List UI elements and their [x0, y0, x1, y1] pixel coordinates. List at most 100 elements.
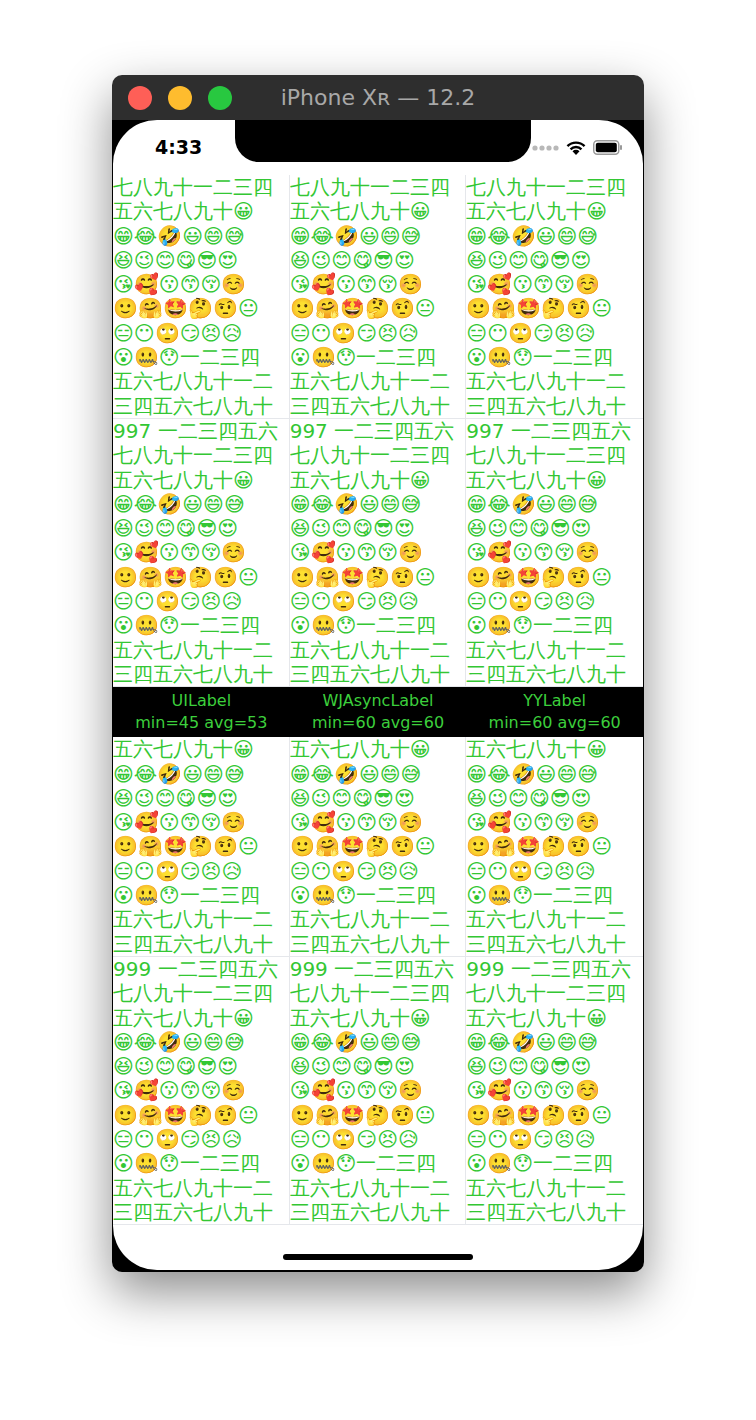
label-line: 五六七八九十😀 [466, 737, 643, 761]
notch [235, 120, 531, 162]
label-cell: 999 一二三四五六七八九十一二三四五六七八九十😀😁😂🤣😃😄😅😆😉😊😋😎😍😘🥰😗… [113, 957, 290, 1224]
label-line: 😆😉😊😋😎😍 [290, 786, 466, 810]
label-line: 😘🥰😗😙😚☺️ [113, 1078, 289, 1102]
minimize-button[interactable] [168, 86, 192, 110]
table-row: 七八九十一二三四五六七八九十😀😁😂🤣😃😄😅😆😉😊😋😎😍😘🥰😗😙😚☺️🙂🤗🤩🤔🤨😐… [113, 175, 643, 419]
fps-stats: min=60 avg=60 [489, 712, 621, 734]
label-line: 😑😶🙄😏😣😥 [290, 589, 466, 613]
label-line: 😘🥰😗😙😚☺️ [290, 272, 466, 296]
label-line: 五六七八九十一二 [290, 1176, 466, 1200]
table-row: 999 一二三四五六七八九十一二三四五六七八九十😀😁😂🤣😃😄😅😆😉😊😋😎😍😘🥰😗… [113, 957, 643, 1225]
label-line: 五六七八九十😀 [290, 737, 466, 761]
label-line: 😁😂🤣😃😄😅 [113, 762, 289, 786]
label-line: 😮🤐😯一二三四 [466, 883, 643, 907]
label-line: 😘🥰😗😙😚☺️ [466, 810, 643, 834]
label-line: 🙂🤗🤩🤔🤨😐 [466, 1103, 643, 1127]
label-line: 😆😉😊😋😎😍 [466, 248, 643, 272]
label-cell: 七八九十一二三四五六七八九十😀😁😂🤣😃😄😅😆😉😊😋😎😍😘🥰😗😙😚☺️🙂🤗🤩🤔🤨😐… [113, 175, 290, 418]
label-line: 三四五六七八九十 [113, 394, 289, 418]
label-line: 😑😶🙄😏😣😥 [466, 589, 643, 613]
label-line: 五六七八九十一二 [290, 907, 466, 931]
label-line: 七八九十一二三四 [113, 443, 289, 467]
label-line: 五六七八九十一二 [466, 638, 643, 662]
label-line: 😑😶🙄😏😣😥 [466, 859, 643, 883]
label-line: 🙂🤗🤩🤔🤨😐 [290, 296, 466, 320]
label-line: 三四五六七八九十 [113, 932, 289, 956]
label-line: 五六七八九十😀 [466, 199, 643, 223]
close-button[interactable] [128, 86, 152, 110]
label-line: 😘🥰😗😙😚☺️ [113, 272, 289, 296]
label-line: 五六七八九十😀 [290, 468, 466, 492]
status-bar: 4:33 [113, 120, 643, 175]
battery-icon [593, 140, 623, 155]
label-line: 🙂🤗🤩🤔🤨😐 [290, 565, 466, 589]
label-line: 七八九十一二三四 [290, 175, 466, 199]
label-line: 😆😉😊😋😎😍 [113, 248, 289, 272]
label-line: 😮🤐😯一二三四 [466, 1151, 643, 1175]
label-line: 🙂🤗🤩🤔🤨😐 [113, 296, 289, 320]
label-line: 五六七八九十一二 [466, 369, 643, 393]
label-line: 😁😂🤣😃😄😅 [466, 762, 643, 786]
label-cell: 五六七八九十😀😁😂🤣😃😄😅😆😉😊😋😎😍😘🥰😗😙😚☺️🙂🤗🤩🤔🤨😐😑😶🙄😏😣😥😮🤐… [466, 737, 643, 956]
label-line: 五六七八九十一二 [113, 638, 289, 662]
zoom-button[interactable] [208, 86, 232, 110]
label-line: 😑😶🙄😏😣😥 [290, 859, 466, 883]
label-line: 五六七八九十一二 [113, 907, 289, 931]
label-line: 五六七八九十一二 [466, 907, 643, 931]
fps-stats: min=45 avg=53 [135, 712, 267, 734]
label-line: 三四五六七八九十 [466, 932, 643, 956]
label-line: 🙂🤗🤩🤔🤨😐 [113, 1103, 289, 1127]
label-line: 🙂🤗🤩🤔🤨😐 [113, 834, 289, 858]
label-line: 😁😂🤣😃😄😅 [290, 1030, 466, 1054]
label-line: 😆😉😊😋😎😍 [113, 1054, 289, 1078]
label-line: 七八九十一二三四 [466, 981, 643, 1005]
label-line: 🙂🤗🤩🤔🤨😐 [466, 296, 643, 320]
label-line: 😘🥰😗😙😚☺️ [466, 1078, 643, 1102]
label-cell: 999 一二三四五六七八九十一二三四五六七八九十😀😁😂🤣😃😄😅😆😉😊😋😎😍😘🥰😗… [290, 957, 467, 1224]
label-line: 😘🥰😗😙😚☺️ [113, 540, 289, 564]
label-line: 七八九十一二三四 [466, 175, 643, 199]
label-line: 五六七八九十一二 [290, 369, 466, 393]
label-cell: 五六七八九十😀😁😂🤣😃😄😅😆😉😊😋😎😍😘🥰😗😙😚☺️🙂🤗🤩🤔🤨😐😑😶🙄😏😣😥😮🤐… [113, 737, 290, 956]
table-row: 997 一二三四五六七八九十一二三四五六七八九十😀😁😂🤣😃😄😅😆😉😊😋😎😍😘🥰😗… [113, 419, 643, 687]
label-line: 😁😂🤣😃😄😅 [290, 224, 466, 248]
label-name: YYLabel [523, 690, 586, 712]
label-line: 😘🥰😗😙😚☺️ [290, 810, 466, 834]
label-line: 三四五六七八九十 [466, 1200, 643, 1224]
label-line: 😆😉😊😋😎😍 [113, 786, 289, 810]
label-line: 😑😶🙄😏😣😥 [290, 1127, 466, 1151]
label-line: 五六七八九十一二 [113, 1176, 289, 1200]
label-line: 😘🥰😗😙😚☺️ [466, 540, 643, 564]
label-line: 😁😂🤣😃😄😅 [113, 224, 289, 248]
page: iPhone Xʀ — 12.24:33七八九十一二三四五六七八九十😀😁😂🤣😃😄… [0, 0, 756, 1420]
fps-column: UILabelmin=45 avg=53 [113, 690, 290, 734]
label-line: 三四五六七八九十 [290, 932, 466, 956]
fps-bar: UILabelmin=45 avg=53WJAsyncLabelmin=60 a… [113, 687, 643, 737]
label-line: 999 一二三四五六 [466, 957, 643, 981]
label-line: 😆😉😊😋😎😍 [466, 1054, 643, 1078]
label-line: 三四五六七八九十 [466, 394, 643, 418]
label-line: 五六七八九十😀 [113, 1006, 289, 1030]
table-row: 五六七八九十😀😁😂🤣😃😄😅😆😉😊😋😎😍😘🥰😗😙😚☺️🙂🤗🤩🤔🤨😐😑😶🙄😏😣😥😮🤐… [113, 737, 643, 957]
label-line: 七八九十一二三四 [290, 981, 466, 1005]
label-line: 三四五六七八九十 [290, 1200, 466, 1224]
label-line: 五六七八九十😀 [290, 199, 466, 223]
label-line: 😆😉😊😋😎😍 [113, 516, 289, 540]
fps-stats: min=60 avg=60 [312, 712, 444, 734]
label-cell: 999 一二三四五六七八九十一二三四五六七八九十😀😁😂🤣😃😄😅😆😉😊😋😎😍😘🥰😗… [466, 957, 643, 1224]
label-line: 七八九十一二三四 [466, 443, 643, 467]
label-line: 😮🤐😯一二三四 [113, 345, 289, 369]
label-line: 🙂🤗🤩🤔🤨😐 [113, 565, 289, 589]
label-list[interactable]: 七八九十一二三四五六七八九十😀😁😂🤣😃😄😅😆😉😊😋😎😍😘🥰😗😙😚☺️🙂🤗🤩🤔🤨😐… [113, 175, 643, 1225]
label-name: UILabel [172, 690, 232, 712]
label-line: 😆😉😊😋😎😍 [290, 516, 466, 540]
label-line: 🙂🤗🤩🤔🤨😐 [466, 565, 643, 589]
fps-column: WJAsyncLabelmin=60 avg=60 [290, 690, 467, 734]
label-line: 😮🤐😯一二三四 [290, 1151, 466, 1175]
label-cell: 五六七八九十😀😁😂🤣😃😄😅😆😉😊😋😎😍😘🥰😗😙😚☺️🙂🤗🤩🤔🤨😐😑😶🙄😏😣😥😮🤐… [290, 737, 467, 956]
label-line: 😮🤐😯一二三四 [466, 613, 643, 637]
label-line: 999 一二三四五六 [113, 957, 289, 981]
label-line: 😑😶🙄😏😣😥 [113, 321, 289, 345]
label-line: 五六七八九十一二 [466, 1176, 643, 1200]
home-indicator[interactable] [283, 1254, 473, 1260]
